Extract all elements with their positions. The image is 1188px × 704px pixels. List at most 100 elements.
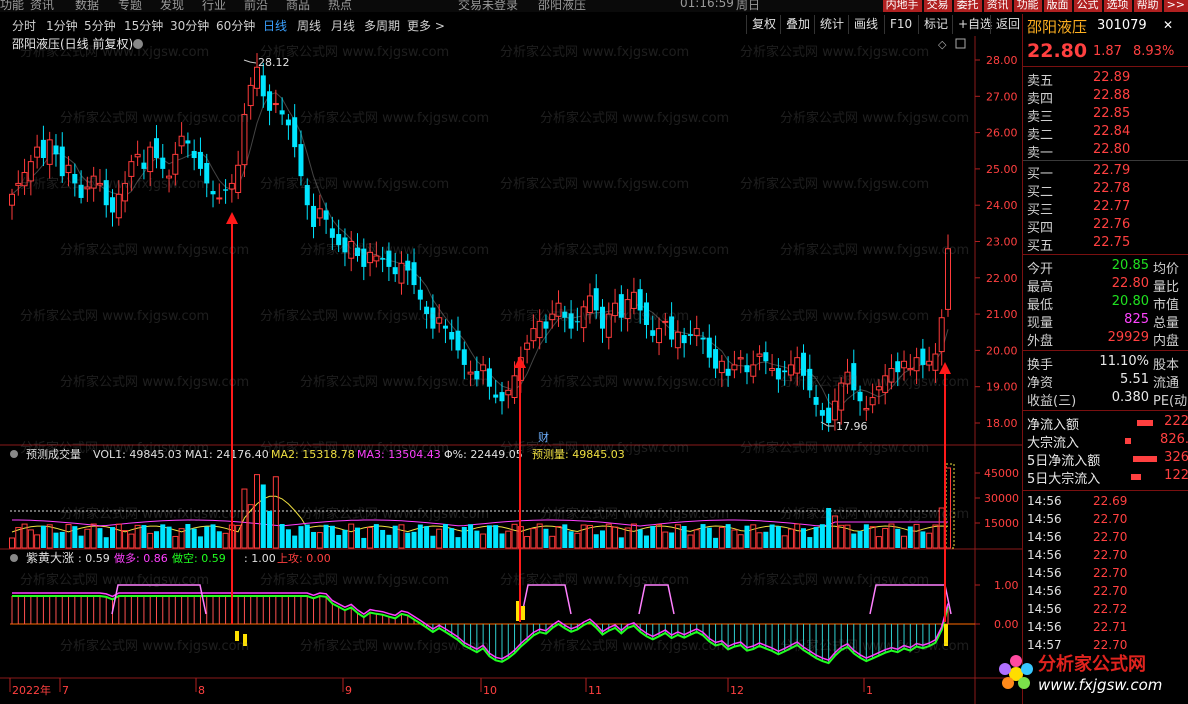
stat-label-2: 总量 <box>1153 316 1180 331</box>
tick-price: 22.70 <box>1093 566 1128 580</box>
period-tab[interactable]: 月线 <box>331 17 355 34</box>
toolbar-button-stats[interactable]: 统计 <box>814 15 849 34</box>
candle-body-down <box>637 289 643 311</box>
candle-body-up <box>9 193 15 206</box>
watermark-text: 分析家公式网 www.fxjgsw.com <box>500 176 689 192</box>
top-button[interactable]: 交易 <box>923 0 952 12</box>
volume-bar-up <box>875 536 882 549</box>
bid-book: 买一 22.79 买二 22.78 买三 22.77 买四 22.76 买五 22.75 <box>1023 163 1188 255</box>
menu-item[interactable]: 热点 <box>328 0 352 12</box>
volume-bar-down <box>461 526 467 548</box>
top-button[interactable]: 版面 <box>1043 0 1072 12</box>
volume-bar-up <box>932 524 939 549</box>
volume-bar-up <box>90 523 97 549</box>
candle-body-down <box>455 330 461 351</box>
top-button[interactable]: >> <box>1163 0 1188 12</box>
candle-body-up <box>511 375 518 399</box>
order-book-row: 卖五 22.89 <box>1027 70 1187 89</box>
signal-arrows <box>226 212 951 624</box>
volume-bar-up <box>555 526 562 549</box>
top-button[interactable]: 内地手 <box>882 0 922 12</box>
volume-bar-up <box>888 523 895 549</box>
flow-row: 5日净流入额 326 <box>1027 450 1188 469</box>
top-button[interactable]: 公式 <box>1073 0 1102 12</box>
logo-title: 分析家公式网 <box>1038 653 1146 675</box>
close-icon[interactable]: ✕ <box>1163 18 1177 32</box>
menu-item[interactable]: 行业 <box>202 0 226 12</box>
volume-bar-up <box>524 536 531 549</box>
toolbar-button-back[interactable]: 返回 <box>990 15 1025 34</box>
watermark-text: 分析家公式网 www.fxjgsw.com <box>540 242 729 258</box>
candle-body-up <box>316 208 323 219</box>
candle-body-down <box>223 189 229 191</box>
period-tab[interactable]: 多周期 <box>364 17 400 34</box>
candle-body-down <box>782 370 788 373</box>
stat-value: 20.85 <box>1111 258 1149 273</box>
top-button[interactable]: 功能 <box>1013 0 1042 12</box>
period-tab-active[interactable]: 日线 <box>263 17 287 34</box>
period-tab[interactable]: 60分钟 <box>216 17 255 34</box>
order-price: 22.79 <box>1093 163 1131 178</box>
toolbar-button-draw[interactable]: 画线 <box>848 15 883 34</box>
kline-chart[interactable]: 邵阳液压(日线 前复权) ◇ 28.0027.0026.0025.0024.00… <box>0 36 1022 704</box>
top-button[interactable]: 委托 <box>953 0 982 12</box>
menu-item[interactable]: 发现 <box>160 0 184 12</box>
top-button[interactable]: 帮助 <box>1133 0 1162 12</box>
menu-item[interactable]: 功能 <box>0 0 24 12</box>
flow-label: 净流入额 <box>1027 418 1080 433</box>
menu-item[interactable]: 商品 <box>286 0 310 12</box>
candle-body-up <box>718 360 725 374</box>
top-button[interactable]: 资讯 <box>983 0 1012 12</box>
volume-bar-up <box>147 532 154 549</box>
watermark-text: 分析家公式网 www.fxjgsw.com <box>780 110 969 126</box>
menu-item[interactable]: 数据 <box>75 0 99 12</box>
tick-price: 22.70 <box>1093 584 1128 598</box>
candle-body-down <box>417 289 423 300</box>
stat-label-2: PE(动) <box>1153 394 1188 409</box>
long-label: 做多: 0.86 <box>114 551 168 565</box>
price-tick-label: 18.00 <box>986 417 1018 430</box>
candle-body-up <box>467 371 474 375</box>
volume-bar-up <box>511 523 518 549</box>
toolbar-button-mark[interactable]: 标记 <box>918 15 953 34</box>
volume-bar-down <box>857 531 863 548</box>
volume-bar-down <box>329 525 335 548</box>
volume-bar-up <box>222 532 229 549</box>
toolbar-button-fuquan[interactable]: 复权 <box>746 15 781 34</box>
candle-body-up <box>272 103 279 106</box>
period-tab[interactable]: 15分钟 <box>124 17 163 34</box>
period-tab[interactable]: 周线 <box>297 17 321 34</box>
toolbar-button-f10[interactable]: F10 <box>884 15 917 34</box>
volume-bar-down <box>72 526 78 548</box>
volume-bar-up <box>172 535 179 549</box>
order-book-row: 买一 22.79 <box>1027 163 1187 182</box>
candle-body-down <box>285 119 291 126</box>
top-button[interactable]: 选项 <box>1103 0 1132 12</box>
volume-bar-up <box>272 476 279 549</box>
watermark-text: 分析家公式网 www.fxjgsw.com <box>260 308 449 324</box>
order-level-label: 卖五 <box>1027 74 1054 89</box>
menu-item[interactable]: 专题 <box>118 0 142 12</box>
menu-item[interactable]: 前沿 <box>244 0 268 12</box>
toolbar-button-overlay[interactable]: 叠加 <box>780 15 815 34</box>
candle-body-up <box>147 146 154 173</box>
candle-body-up <box>128 161 135 177</box>
period-tab-more[interactable]: 更多 > <box>407 17 445 34</box>
period-tab[interactable]: 1分钟 <box>46 17 78 34</box>
volume-bar-down <box>725 524 731 548</box>
menu-item[interactable]: 资讯 <box>30 0 54 12</box>
stat-value: 0.380 <box>1111 390 1149 405</box>
volume-bar-up <box>901 535 908 549</box>
period-tab[interactable]: 分时 <box>12 17 36 34</box>
period-tab[interactable]: 5分钟 <box>84 17 116 34</box>
period-tab[interactable]: 30分钟 <box>170 17 209 34</box>
divider <box>1023 350 1188 351</box>
restore-window-icon[interactable] <box>955 38 966 49</box>
candle-body-down <box>185 140 191 144</box>
diamond-icon[interactable]: ◇ <box>938 38 947 51</box>
volume-bar-up <box>756 532 763 549</box>
ask-book: 卖五 22.89 卖四 22.88 卖三 22.85 卖二 22.84 卖一 22.80 <box>1023 70 1188 162</box>
candle-body-down <box>141 162 147 169</box>
candle-body-down <box>801 352 807 376</box>
signal-step <box>638 584 675 615</box>
